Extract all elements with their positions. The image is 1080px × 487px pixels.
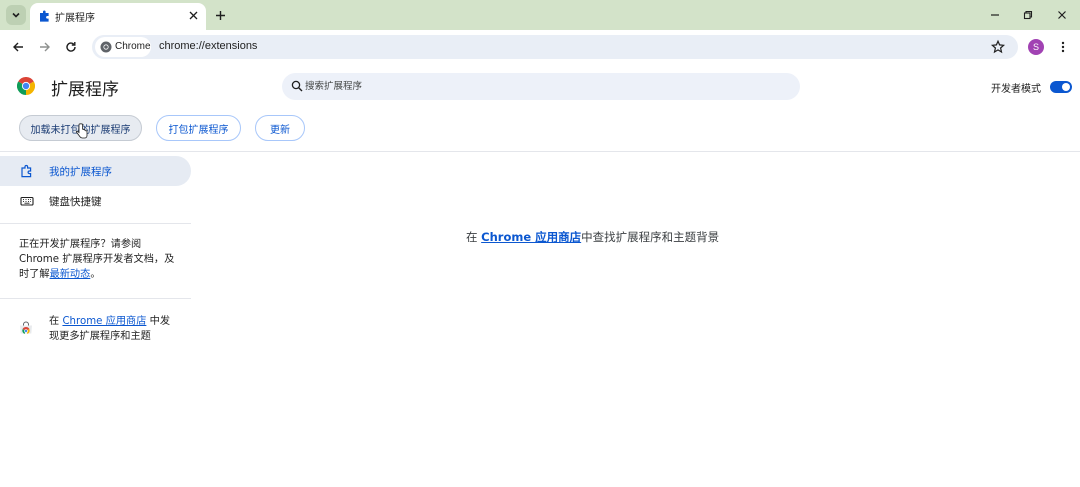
developer-note-suffix: 。 — [90, 269, 101, 280]
latest-news-link[interactable]: 最新动态 — [50, 269, 91, 280]
back-button[interactable] — [10, 39, 26, 55]
extensions-header: 扩展程序 开发者模式 加载未打包的扩展程序 打包扩展程序 更新 — [0, 64, 1080, 152]
pack-extension-button[interactable]: 打包扩展程序 — [156, 115, 241, 141]
sidebar: 我的扩展程序 键盘快捷键 正在开发扩展程序？请参阅 Chrome 扩展程序开发者… — [0, 152, 192, 487]
minimize-icon — [991, 14, 999, 16]
sidebar-divider — [0, 298, 191, 299]
close-icon — [189, 11, 197, 19]
site-info-chip[interactable]: Chrome — [95, 37, 151, 57]
sidebar-item-keyboard-shortcuts[interactable]: 键盘快捷键 — [0, 186, 191, 216]
omnibox[interactable]: Chrome chrome://extensions — [92, 35, 1018, 59]
url-text[interactable]: chrome://extensions — [159, 40, 257, 52]
minimize-button[interactable] — [988, 8, 1002, 22]
plus-icon — [215, 10, 225, 20]
restore-button[interactable] — [1021, 8, 1035, 22]
restore-icon — [1023, 10, 1033, 20]
search-input[interactable] — [305, 77, 785, 96]
tab-strip: 扩展程序 — [0, 0, 1080, 30]
update-button[interactable]: 更新 — [255, 115, 305, 141]
chevron-down-icon — [12, 12, 20, 18]
reload-button[interactable] — [63, 39, 79, 55]
sidebar-item-label: 键盘快捷键 — [49, 196, 102, 208]
store-promo: 在 Chrome 应用商店 中发现更多扩展程序和主题 — [49, 314, 179, 344]
new-tab-button[interactable] — [212, 7, 228, 23]
close-icon — [1058, 11, 1066, 19]
puzzle-icon — [21, 164, 32, 178]
chip-label: Chrome — [115, 41, 151, 52]
sidebar-item-my-extensions[interactable]: 我的扩展程序 — [0, 156, 191, 186]
close-window-button[interactable] — [1055, 8, 1069, 22]
more-vert-icon — [1061, 41, 1065, 53]
puzzle-icon — [40, 10, 49, 22]
chrome-web-store-icon — [20, 321, 32, 334]
tab-search-button[interactable] — [6, 5, 26, 25]
chrome-logo-icon — [100, 41, 112, 53]
toolbar: Chrome chrome://extensions S — [0, 30, 1080, 64]
sidebar-item-label: 我的扩展程序 — [49, 166, 112, 178]
search-icon — [291, 80, 303, 92]
toggle-knob — [1062, 83, 1070, 91]
store-promo-prefix: 在 — [49, 316, 63, 327]
web-store-link[interactable]: Chrome 应用商店 — [62, 316, 146, 327]
developer-mode-toggle[interactable] — [1050, 81, 1072, 93]
sidebar-divider — [0, 223, 191, 224]
profile-avatar[interactable]: S — [1028, 39, 1044, 55]
empty-state-message: 在 Chrome 应用商店中查找扩展程序和主题背景 — [466, 229, 719, 245]
arrow-left-icon — [13, 42, 23, 52]
close-tab-button[interactable] — [186, 8, 200, 22]
chrome-logo-icon — [17, 77, 35, 95]
developer-mode-label: 开发者模式 — [991, 84, 1041, 95]
tab-title: 扩展程序 — [55, 13, 95, 24]
forward-button[interactable] — [37, 39, 53, 55]
page-title: 扩展程序 — [51, 80, 119, 100]
arrow-right-icon — [40, 42, 50, 52]
bookmark-star-icon[interactable] — [990, 39, 1006, 55]
keyboard-icon — [20, 196, 34, 206]
reload-icon — [66, 42, 76, 52]
tab-extensions[interactable]: 扩展程序 — [30, 3, 206, 30]
chrome-menu-button[interactable] — [1055, 39, 1071, 55]
developer-note: 正在开发扩展程序？请参阅 Chrome 扩展程序开发者文档，及时了解最新动态。 — [19, 237, 179, 282]
web-store-link[interactable]: Chrome 应用商店 — [481, 230, 581, 244]
empty-state-suffix: 中查找扩展程序和主题背景 — [581, 230, 720, 244]
mouse-pointer-icon — [76, 123, 88, 139]
search-box[interactable] — [282, 73, 800, 100]
empty-state-prefix: 在 — [466, 230, 482, 244]
